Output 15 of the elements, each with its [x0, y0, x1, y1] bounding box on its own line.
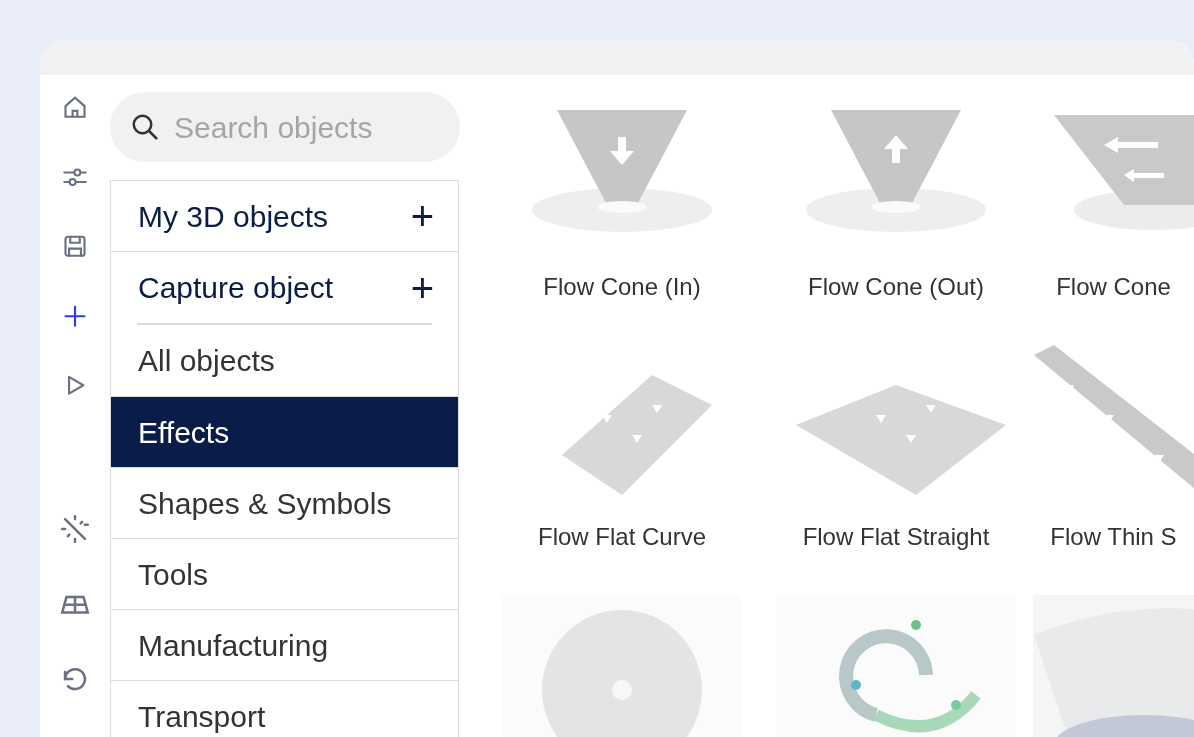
- wand-off-icon[interactable]: [58, 512, 92, 546]
- object-label[interactable]: Flow Cone: [1056, 269, 1171, 305]
- search-input: Search objects: [174, 104, 424, 150]
- object-label[interactable]: Flow Flat Straight: [802, 519, 990, 555]
- object-label[interactable]: Flow Cone (In): [543, 269, 701, 305]
- action-label[interactable]: Capture object: [138, 265, 334, 310]
- add-button[interactable]: +: [410, 267, 434, 308]
- category-item[interactable]: Effects: [111, 396, 458, 467]
- search-field[interactable]: Search objects: [110, 92, 460, 162]
- add-button[interactable]: +: [410, 196, 434, 236]
- object-label[interactable]: Flow Flat Curve: [537, 519, 706, 555]
- object-label[interactable]: Flow Cone (Out): [807, 269, 985, 305]
- search-icon: [130, 112, 160, 142]
- object-label[interactable]: Flow Thin S: [1050, 519, 1177, 555]
- action-label[interactable]: My 3D objects: [138, 193, 329, 239]
